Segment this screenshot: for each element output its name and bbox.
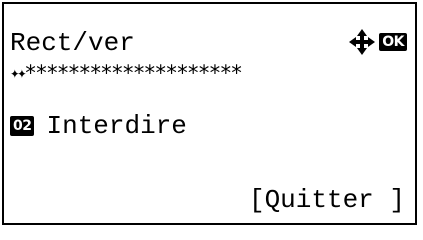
navigation-hint: OK [348,28,407,56]
progress-indicator: ✦✦ ******************** [10,62,415,84]
item-label: Interdire [46,111,187,141]
list-item[interactable]: 02 Interdire [10,112,187,140]
four-way-arrow-icon [349,29,376,55]
softkey-close-bracket: ] [373,185,405,215]
progress-filled: ✦✦ [10,63,27,82]
ok-icon: OK [379,33,407,51]
softkey-label: Quitter [264,185,374,215]
item-number-badge: 02 [10,116,35,136]
lcd-panel: Rect/ver OK ✦✦ ******************** 02 I… [2,2,417,225]
quit-softkey[interactable]: [Quitter ] [249,187,405,213]
progress-remaining: ******************** [24,62,243,84]
screen-title: Rect/ver [10,28,135,58]
softkey-open-bracket: [ [248,185,265,215]
